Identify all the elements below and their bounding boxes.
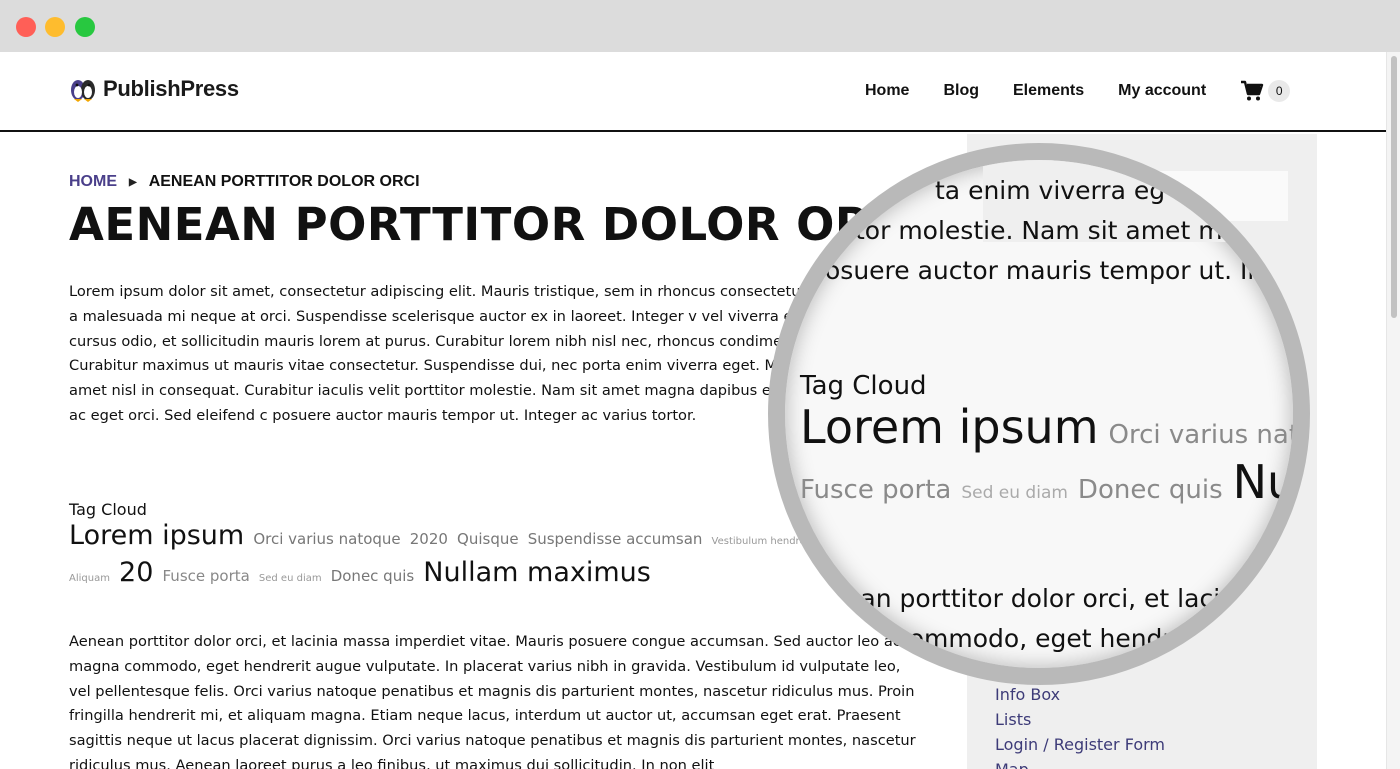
sidebar-link-login-register-form[interactable]: Login / Register Form xyxy=(995,732,1165,757)
tag-cloud-item[interactable]: Orci varius natoque xyxy=(253,530,400,548)
site-logo-text: PublishPress xyxy=(103,76,239,101)
sidebar-link-map[interactable]: Map xyxy=(995,757,1165,769)
magnified-text-line: osuere auctor mauris tempor ut. Int xyxy=(825,256,1274,285)
nav-blog-link[interactable]: Blog xyxy=(943,82,979,100)
tag-cloud-item[interactable]: 2020 xyxy=(410,530,448,548)
tag-cloud-item[interactable]: Aliquam xyxy=(69,573,110,584)
breadcrumb-separator-icon: ▶ xyxy=(129,176,137,188)
nav-my-account-link[interactable]: My account xyxy=(1118,82,1206,100)
tag-cloud-item[interactable]: Lorem ipsum xyxy=(69,520,244,551)
scrollbar-thumb[interactable] xyxy=(1391,56,1397,318)
magnified-text-line: commodo, eget hendrerit xyxy=(895,624,1215,653)
tag-cloud: Lorem ipsum Orci varius natoque 2020 Qui… xyxy=(69,520,829,584)
cart-count-badge: 0 xyxy=(1268,80,1291,102)
magnified-text-line: ean porttitor dolor orci, et lacini xyxy=(845,584,1243,613)
page-scrollbar[interactable] xyxy=(1386,52,1400,769)
site-header: PublishPress Home Blog Elements My accou… xyxy=(0,52,1386,132)
tag-cloud-item[interactable]: Donec quis xyxy=(331,567,415,584)
magnified-text-line: ta enim viverra eg xyxy=(935,176,1166,205)
cart-icon xyxy=(1241,80,1264,101)
window-titlebar xyxy=(0,0,1400,52)
maximize-window-button[interactable] xyxy=(75,17,95,37)
magnified-content: ta enim viverra eg tor molestie. Nam sit… xyxy=(785,160,1293,668)
magnified-tag-item: Sed eu diam xyxy=(961,483,1068,503)
sidebar-link-info-box[interactable]: Info Box xyxy=(995,682,1165,707)
magnified-tag-item: Lorem ipsum xyxy=(800,400,1099,454)
tag-cloud-title: Tag Cloud xyxy=(69,500,147,519)
breadcrumb-home-link[interactable]: HOME xyxy=(69,173,117,191)
magnified-tag-item: Orci varius natoque xyxy=(1108,420,1300,450)
main-nav: Home Blog Elements My account 0 xyxy=(865,80,1291,102)
cart-button[interactable]: 0 xyxy=(1240,80,1291,102)
nav-elements-link[interactable]: Elements xyxy=(1013,82,1084,100)
breadcrumb: HOME ▶ AENEAN PORTTITOR DOLOR ORCI xyxy=(69,173,420,191)
magnifier-lens: ta enim viverra eg tor molestie. Nam sit… xyxy=(768,143,1310,685)
tag-cloud-item[interactable]: Quisque xyxy=(457,530,519,548)
close-window-button[interactable] xyxy=(16,17,36,37)
tag-cloud-item[interactable]: Fusce porta xyxy=(163,567,250,584)
penguin-logo-icon xyxy=(69,75,97,103)
magnified-tag-item: Donec quis xyxy=(1077,475,1223,505)
tag-cloud-item[interactable]: Suspendisse accumsan xyxy=(528,530,703,548)
magnified-tag-cloud-title: Tag Cloud xyxy=(800,371,927,401)
sidebar-link-lists[interactable]: Lists xyxy=(995,707,1165,732)
magnified-tag-cloud: Lorem ipsumOrci varius natoqueFusce port… xyxy=(800,400,1293,510)
magnified-tag-item: Fusce porta xyxy=(800,475,952,505)
tag-cloud-item[interactable]: Sed eu diam xyxy=(259,573,322,584)
tag-cloud-item[interactable]: 20 xyxy=(119,557,153,584)
minimize-window-button[interactable] xyxy=(45,17,65,37)
tag-cloud-item[interactable]: Nullam maximus xyxy=(423,557,651,584)
breadcrumb-current: AENEAN PORTTITOR DOLOR ORCI xyxy=(148,173,420,190)
site-logo[interactable]: PublishPress xyxy=(69,74,239,104)
magnified-text-line: tor molestie. Nam sit amet m xyxy=(855,216,1223,245)
nav-home-link[interactable]: Home xyxy=(865,82,909,100)
